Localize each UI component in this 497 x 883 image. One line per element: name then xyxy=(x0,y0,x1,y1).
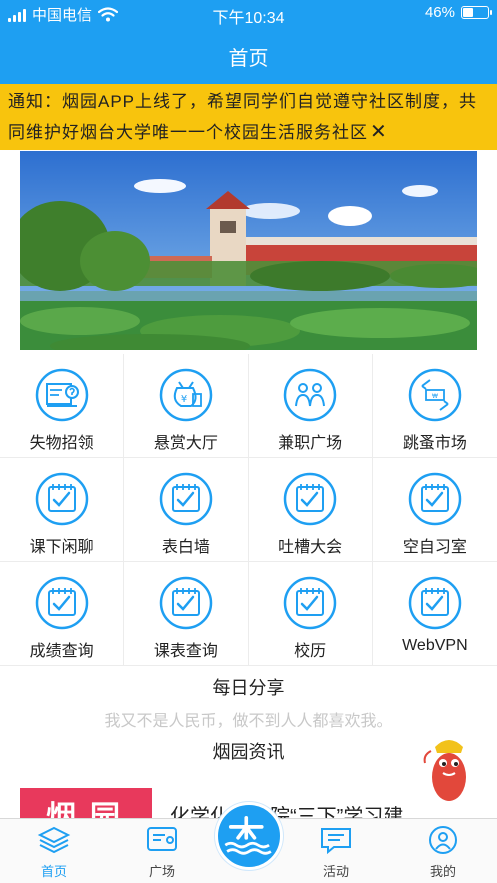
message-icon xyxy=(321,828,351,855)
grid-item-label: 失物招领 xyxy=(29,435,94,452)
grid-item-label: 兼职广场 xyxy=(278,435,343,452)
mascot-sticker-icon[interactable] xyxy=(423,733,473,805)
grid-item-calendar[interactable]: 校历 xyxy=(248,562,373,666)
grid-item-lost-found[interactable]: 失物招领 xyxy=(0,354,125,458)
lost-found-icon xyxy=(35,368,88,422)
grid-item-part-time[interactable]: 兼职广场 xyxy=(248,354,373,458)
campus-photo xyxy=(20,151,477,350)
tab-me[interactable]: 我的 xyxy=(403,825,483,880)
page-title: 首页 xyxy=(228,48,269,70)
tab-label: 我的 xyxy=(429,864,456,879)
grid-item-label: 课表查询 xyxy=(153,643,218,660)
tab-activity[interactable]: 活动 xyxy=(296,825,376,880)
status-bar: 中国电信 下午10:34 46% xyxy=(0,0,497,28)
notepad-check-icon xyxy=(159,576,213,630)
layers-icon xyxy=(37,826,71,854)
grid-item-rant[interactable]: 吐槽大会 xyxy=(248,458,373,562)
grid-item-label: 课下闲聊 xyxy=(29,539,94,556)
notepad-check-icon xyxy=(408,472,462,526)
daily-quote: 我又不是人民币，做不到人人都喜欢我。 xyxy=(104,713,393,730)
grid-item-label: 表白墙 xyxy=(161,539,210,556)
grid-item-webvpn[interactable]: WebVPN xyxy=(372,562,497,666)
battery-icon xyxy=(461,6,492,19)
daily-share-title: 每日分享 xyxy=(212,678,285,698)
part-time-icon xyxy=(283,368,337,422)
square-chat-icon xyxy=(147,827,177,851)
grid-item-confession-wall[interactable]: 表白墙 xyxy=(124,458,249,562)
svg-text:₩: ₩ xyxy=(432,393,438,400)
feature-grid: 失物招领 ¥ 悬赏大厅 兼职广场 ₩ 跳蚤市场 课下闲聊 表白墙 吐槽大会 空自… xyxy=(0,354,497,666)
grid-item-timetable[interactable]: 课表查询 xyxy=(124,562,249,666)
svg-text:¥: ¥ xyxy=(181,394,187,405)
user-icon xyxy=(429,826,457,854)
reward-bag-icon: ¥ xyxy=(159,368,213,422)
notepad-check-icon xyxy=(283,576,337,630)
status-time: 下午10:34 xyxy=(212,10,285,27)
close-icon[interactable]: ✕ xyxy=(370,121,388,143)
top-bar: 中国电信 下午10:34 46% 首页 xyxy=(0,0,497,84)
notepad-check-icon xyxy=(408,576,462,630)
grid-item-label: WebVPN xyxy=(402,637,468,654)
grid-item-label: 悬赏大厅 xyxy=(153,435,218,452)
notice-text: 通知：烟园APP上线了，希望同学们自觉遵守社区制度，共同维护好烟台大学唯一一个校… xyxy=(8,92,478,142)
tab-label: 广场 xyxy=(148,864,175,879)
tab-label: 首页 xyxy=(40,864,67,879)
battery-percent: 46% xyxy=(424,4,455,21)
grid-item-flea-market[interactable]: ₩ 跳蚤市场 xyxy=(372,354,497,458)
grid-item-label: 跳蚤市场 xyxy=(402,435,467,452)
tab-home[interactable]: 首页 xyxy=(14,825,94,880)
banner-image[interactable] xyxy=(20,151,477,350)
school-logo-icon xyxy=(218,805,274,861)
grid-item-label: 空自习室 xyxy=(402,539,467,556)
tab-label: 活动 xyxy=(322,864,349,879)
grid-item-reward[interactable]: ¥ 悬赏大厅 xyxy=(124,354,249,458)
notepad-check-icon xyxy=(35,472,88,526)
news-headline[interactable]: 化学化工学院“三下”学习建 xyxy=(170,802,403,818)
grid-item-chat[interactable]: 课下闲聊 xyxy=(0,458,125,562)
grid-item-label: 成绩查询 xyxy=(29,643,94,660)
grid-item-grades[interactable]: 成绩查询 xyxy=(0,562,125,666)
news-thumbnail[interactable]: 烟园 xyxy=(20,788,152,818)
notepad-check-icon xyxy=(35,576,88,630)
grid-item-label: 吐槽大会 xyxy=(278,539,343,556)
grid-item-label: 校历 xyxy=(294,643,327,660)
notice-bar: 通知：烟园APP上线了，希望同学们自觉遵守社区制度，共同维护好烟台大学唯一一个校… xyxy=(0,84,497,150)
notepad-check-icon xyxy=(159,472,213,526)
tab-square[interactable]: 广场 xyxy=(122,825,202,880)
grid-item-study-room[interactable]: 空自习室 xyxy=(372,458,497,562)
center-logo-button[interactable] xyxy=(215,802,283,870)
flea-market-icon: ₩ xyxy=(408,368,462,422)
news-thumb-text: 烟园 xyxy=(46,801,134,818)
notepad-check-icon xyxy=(283,472,337,526)
